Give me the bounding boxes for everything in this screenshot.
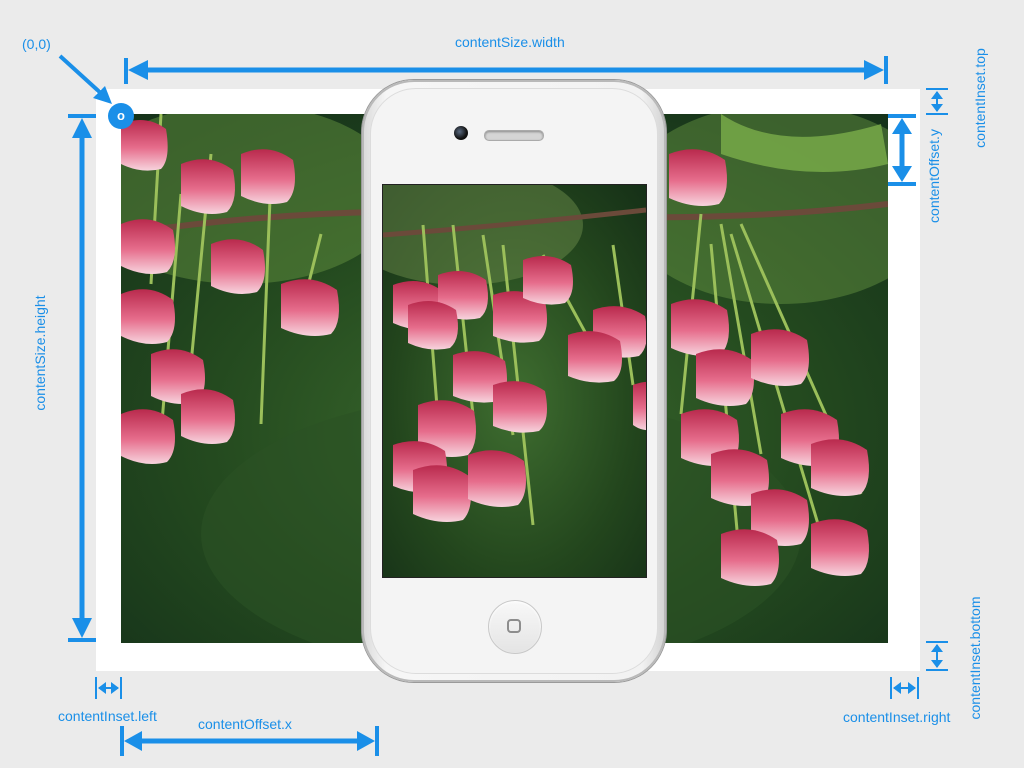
content-inset-right-arrow	[890, 677, 919, 699]
origin-marker: o	[108, 103, 134, 129]
iphone-device	[362, 80, 666, 682]
rounded-square-icon	[507, 619, 521, 633]
home-button[interactable]	[488, 600, 542, 654]
content-inset-left-label: contentInset.left	[58, 708, 157, 724]
content-offset-x-label: contentOffset.x	[198, 716, 292, 732]
content-inset-bottom-arrow	[926, 641, 948, 671]
camera-icon	[454, 126, 468, 140]
content-inset-top-label: contentInset.top	[972, 48, 988, 148]
content-size-height-arrow	[68, 114, 96, 642]
phone-screen[interactable]	[382, 184, 647, 578]
origin-label: (0,0)	[22, 36, 51, 52]
screen-flower-photo	[383, 185, 646, 577]
content-size-height-label: contentSize.height	[32, 295, 48, 411]
content-size-width-label: contentSize.width	[455, 34, 565, 50]
content-inset-top-arrow	[926, 88, 948, 115]
content-offset-y-label: contentOffset.y	[926, 129, 942, 223]
content-inset-bottom-label: contentInset.bottom	[967, 596, 983, 720]
speaker-grille-icon	[484, 130, 544, 141]
content-inset-left-arrow	[95, 677, 122, 699]
content-inset-right-label: contentInset.right	[843, 709, 951, 725]
